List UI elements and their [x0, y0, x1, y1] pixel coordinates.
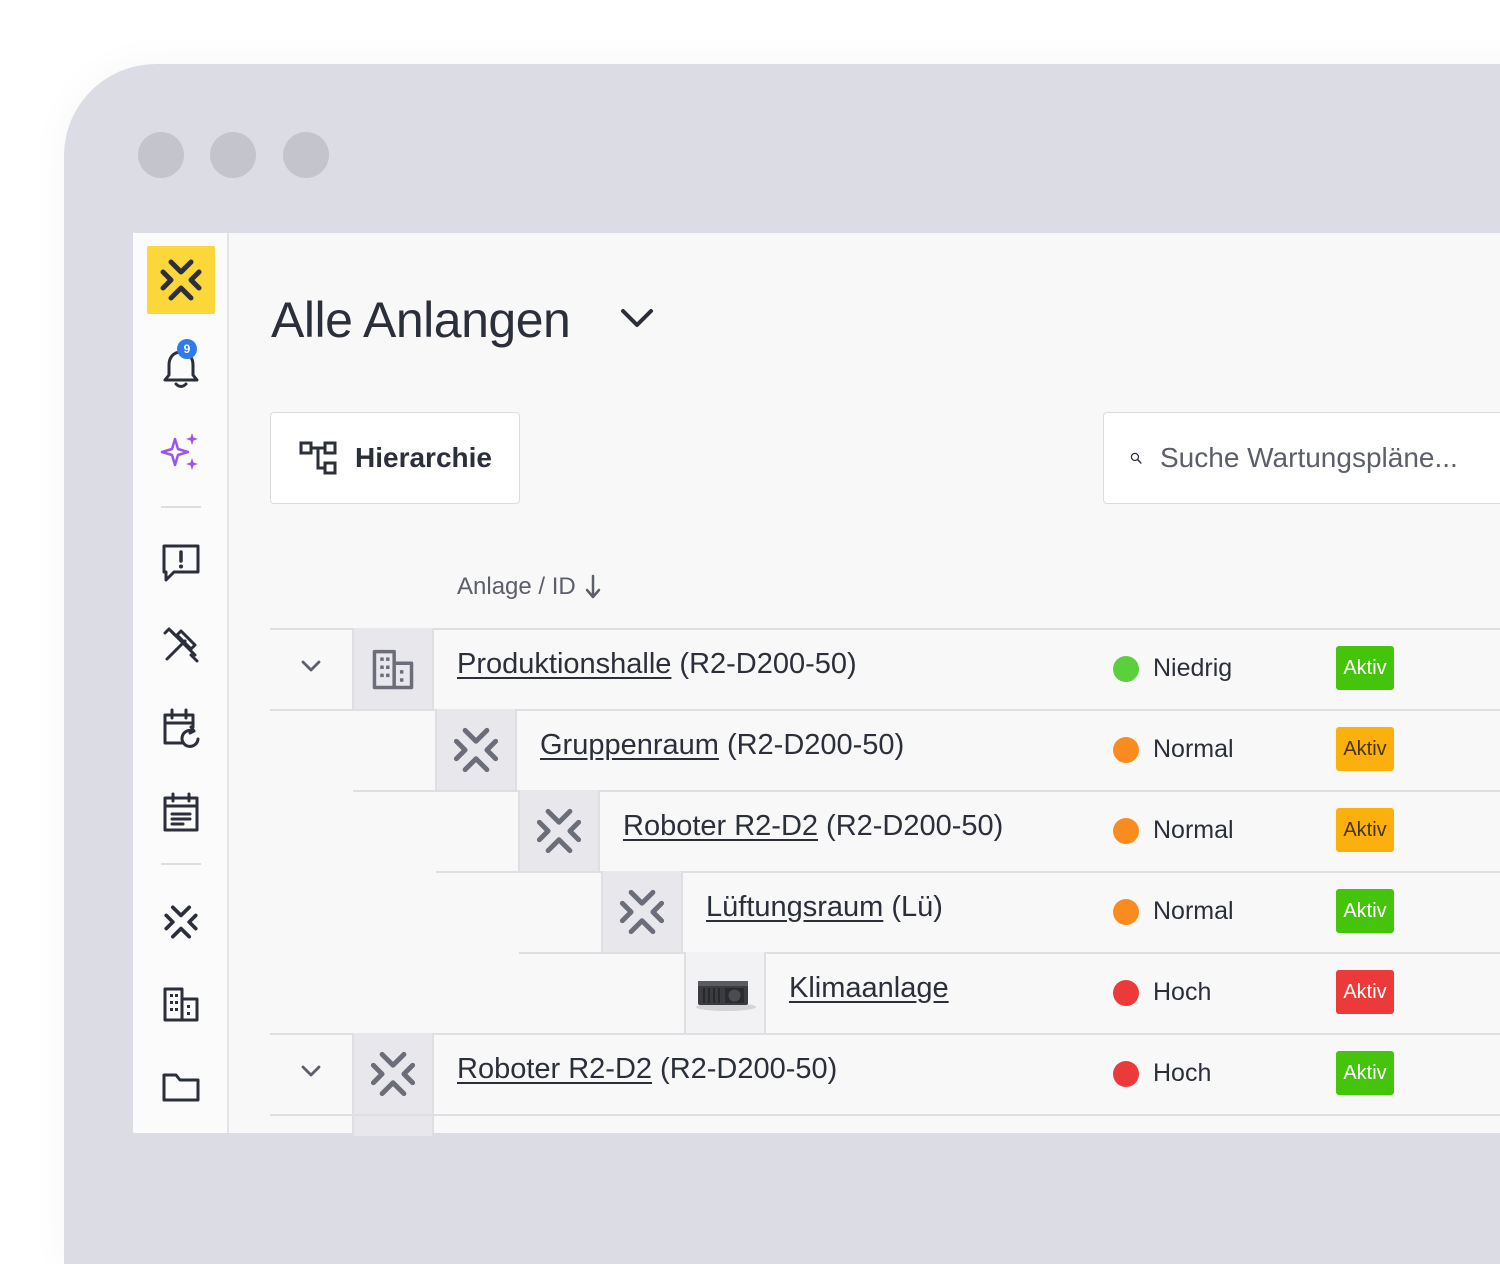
chevron-down-icon [621, 309, 653, 327]
asset-link[interactable]: Roboter R2-D2 [457, 1053, 652, 1085]
row-expand-toggle[interactable] [298, 1058, 324, 1089]
priority-cell: Hoch [1113, 978, 1211, 1007]
priority-cell: Normal [1113, 897, 1234, 926]
app-content: 9 Alle Anlangen Hierarchie Suche Wartung… [133, 233, 1500, 1136]
priority-cell: Hoch [1113, 1059, 1211, 1088]
priority-cell: Niedrig [1113, 654, 1232, 683]
table-row[interactable]: Roboter R2-D2 (R2-D200-50) Hoch Aktiv [133, 1033, 1500, 1114]
window-dot-close[interactable] [138, 132, 184, 178]
window-dot-maximize[interactable] [283, 132, 329, 178]
table-row[interactable]: Produktionshalle (R2-D200-50) Niedrig Akt… [133, 628, 1500, 709]
chevron-down-icon [301, 1065, 321, 1077]
row-icon-cell [435, 709, 517, 790]
priority-dot [1113, 898, 1139, 925]
asset-name-cell: Gruppenraum (R2-D200-50) [540, 729, 904, 762]
priority-cell: Normal [1113, 735, 1234, 764]
priority-dot [1113, 655, 1139, 682]
asset-id: (Lü) [891, 891, 943, 923]
asset-name-cell: Produktionshalle (R2-D200-50) [457, 648, 857, 681]
hierarchy-button[interactable]: Hierarchie [270, 412, 520, 504]
priority-label: Hoch [1153, 1059, 1212, 1087]
priority-dot [1113, 736, 1139, 763]
title-dropdown-toggle[interactable] [617, 303, 657, 338]
asset-id: (R2-D200-50) [726, 729, 905, 761]
asset-link[interactable]: Produktionshalle [457, 648, 671, 680]
asset-x-icon [536, 808, 582, 853]
status-badge: Aktiv [1336, 889, 1394, 933]
row-icon-cell [352, 1033, 434, 1114]
status-badge: Aktiv [1336, 970, 1394, 1014]
asset-name-cell: Roboter R2-D2 (R2-D200-50) [457, 1053, 837, 1086]
priority-label: Normal [1153, 816, 1234, 844]
window-dot-minimize[interactable] [210, 132, 256, 178]
column-header-label: Anlage / ID [457, 573, 576, 600]
asset-link[interactable]: Lüftungsraum [706, 891, 883, 923]
air-conditioner-icon [696, 980, 756, 1011]
asset-id: (R2-D200-50) [826, 810, 1004, 842]
hierarchy-icon [299, 441, 337, 475]
status-badge: Aktiv [1336, 727, 1394, 771]
row-icon-cell [352, 628, 434, 709]
priority-label: Hoch [1153, 978, 1212, 1006]
status-badge: Aktiv [1336, 646, 1394, 690]
row-divider [270, 1033, 1500, 1035]
page-title: Alle Anlangen [271, 292, 571, 348]
sidebar-item-reports[interactable] [147, 529, 215, 597]
asset-x-icon [453, 727, 499, 772]
app-logo[interactable] [147, 246, 215, 314]
row-divider [270, 1114, 1500, 1116]
priority-label: Normal [1153, 735, 1234, 763]
search-input[interactable] [1158, 441, 1500, 475]
asset-link[interactable]: Gruppenraum [540, 729, 719, 761]
priority-dot [1113, 979, 1139, 1006]
asset-name-cell: Lüftungsraum (Lü) [706, 891, 943, 924]
building-icon [372, 649, 414, 689]
priority-label: Niedrig [1153, 654, 1233, 682]
table-row[interactable]: Lüftungsraum (Lü) Normal Aktiv [133, 871, 1500, 952]
row-icon-cell [352, 1116, 434, 1136]
row-image-cell [684, 952, 766, 1033]
row-icon-cell [518, 790, 600, 871]
table-row[interactable]: Roboter R2-D2 (R2-D200-50) Normal Aktiv [133, 790, 1500, 871]
ai-assistant-button[interactable] [147, 418, 215, 486]
message-alert-icon [162, 544, 200, 582]
row-divider [270, 628, 1500, 630]
priority-dot [1113, 817, 1139, 844]
search-box[interactable] [1103, 412, 1500, 504]
table-row[interactable]: Gruppenraum (R2-D200-50) Normal Aktiv [133, 709, 1500, 790]
priority-label: Normal [1153, 897, 1234, 925]
sidebar-divider [161, 506, 201, 508]
row-divider [436, 871, 1500, 873]
row-icon-cell [601, 871, 683, 952]
hierarchy-button-label: Hierarchie [355, 442, 492, 473]
priority-dot [1113, 1060, 1139, 1087]
asset-link[interactable]: Klimaanlage [789, 972, 949, 1004]
sort-arrow-down-icon [585, 574, 600, 599]
notification-count-badge: 9 [177, 339, 197, 359]
asset-id: (R2-D200-50) [679, 648, 857, 680]
search-icon [1130, 452, 1142, 464]
row-divider [519, 952, 1500, 954]
row-expand-toggle[interactable] [298, 653, 324, 684]
table-row[interactable]: Klimaanlage Hoch Aktiv [133, 952, 1500, 1033]
asset-name-cell: Klimaanlage [789, 972, 949, 1005]
sparkles-icon [160, 433, 198, 470]
chevron-down-icon [301, 660, 321, 672]
asset-link[interactable]: Roboter R2-D2 [623, 810, 818, 842]
status-badge: Aktiv [1336, 808, 1394, 852]
asset-name-cell: Roboter R2-D2 (R2-D200-50) [623, 810, 1003, 843]
status-badge: Aktiv [1336, 1051, 1394, 1095]
column-header-asset-id[interactable]: Anlage / ID [457, 573, 602, 601]
asset-x-icon [370, 1051, 416, 1096]
asset-id: (R2-D200-50) [660, 1053, 838, 1085]
asset-x-icon [619, 889, 665, 934]
priority-cell: Normal [1113, 816, 1234, 845]
logo-x-icon [160, 259, 202, 301]
